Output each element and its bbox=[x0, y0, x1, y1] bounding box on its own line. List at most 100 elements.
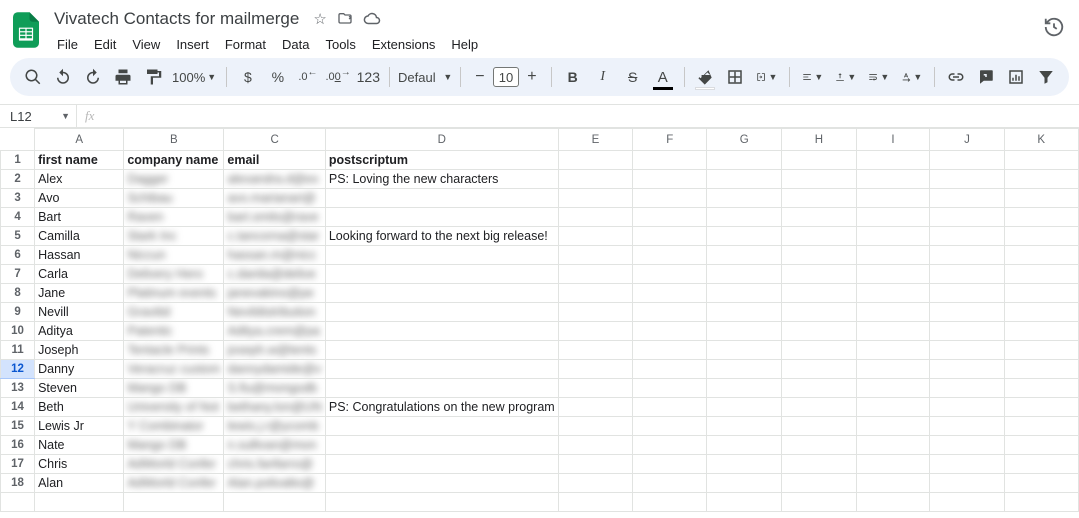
cell[interactable]: Alan.polivalto@ bbox=[224, 474, 325, 493]
cell[interactable] bbox=[856, 322, 930, 341]
font-size-decrease[interactable]: − bbox=[469, 66, 491, 88]
cell[interactable] bbox=[558, 398, 632, 417]
cell[interactable]: AdWorld Confer bbox=[124, 474, 224, 493]
row-header[interactable] bbox=[1, 493, 35, 512]
cell[interactable] bbox=[782, 208, 857, 227]
zoom-select[interactable]: 100%▼ bbox=[170, 70, 218, 85]
cell[interactable] bbox=[633, 265, 707, 284]
cell[interactable] bbox=[707, 474, 782, 493]
cell[interactable] bbox=[782, 341, 857, 360]
cell[interactable] bbox=[856, 455, 930, 474]
fill-color-button[interactable] bbox=[692, 64, 718, 90]
cell[interactable] bbox=[558, 493, 632, 512]
row-header[interactable]: 1 bbox=[1, 151, 35, 170]
cell[interactable]: Aditya.crem@pa bbox=[224, 322, 325, 341]
cell[interactable]: Looking forward to the next big release! bbox=[325, 227, 558, 246]
select-all-corner[interactable] bbox=[1, 129, 35, 151]
cell[interactable]: Mango DB bbox=[124, 436, 224, 455]
menu-edit[interactable]: Edit bbox=[87, 34, 123, 55]
column-header-I[interactable]: I bbox=[856, 129, 930, 151]
cell[interactable]: Mango DB bbox=[124, 379, 224, 398]
cell[interactable] bbox=[930, 189, 1004, 208]
cell[interactable] bbox=[1004, 227, 1079, 246]
menu-format[interactable]: Format bbox=[218, 34, 273, 55]
cell[interactable] bbox=[558, 284, 632, 303]
cell[interactable]: Tentacle Prints bbox=[124, 341, 224, 360]
cell[interactable] bbox=[1004, 417, 1079, 436]
cell[interactable] bbox=[707, 379, 782, 398]
cell[interactable]: PS: Congratulations on the new program bbox=[325, 398, 558, 417]
cell[interactable] bbox=[782, 265, 857, 284]
cell[interactable] bbox=[633, 455, 707, 474]
cell[interactable] bbox=[782, 227, 857, 246]
cell[interactable] bbox=[558, 265, 632, 284]
cell[interactable] bbox=[856, 265, 930, 284]
cell[interactable] bbox=[558, 208, 632, 227]
cell[interactable] bbox=[1004, 208, 1079, 227]
menu-view[interactable]: View bbox=[125, 34, 167, 55]
cell[interactable] bbox=[633, 398, 707, 417]
cell[interactable]: University of Not bbox=[124, 398, 224, 417]
cell[interactable]: Delivery Hero bbox=[124, 265, 224, 284]
row-header[interactable]: 16 bbox=[1, 436, 35, 455]
cell[interactable] bbox=[930, 246, 1004, 265]
more-formats[interactable]: 123 bbox=[355, 64, 381, 90]
cell[interactable]: Bart bbox=[35, 208, 124, 227]
cell[interactable] bbox=[558, 246, 632, 265]
cell[interactable] bbox=[633, 303, 707, 322]
print-icon[interactable] bbox=[110, 64, 136, 90]
cell[interactable] bbox=[1004, 455, 1079, 474]
move-icon[interactable] bbox=[337, 10, 353, 28]
column-header-E[interactable]: E bbox=[558, 129, 632, 151]
horizontal-align-button[interactable]: ▼ bbox=[798, 64, 827, 90]
cell[interactable] bbox=[782, 322, 857, 341]
cell[interactable]: Alex bbox=[35, 170, 124, 189]
column-header-C[interactable]: C bbox=[224, 129, 325, 151]
cell[interactable] bbox=[707, 493, 782, 512]
cell[interactable] bbox=[782, 360, 857, 379]
italic-button[interactable]: I bbox=[590, 64, 616, 90]
cell[interactable] bbox=[930, 341, 1004, 360]
cell[interactable] bbox=[856, 436, 930, 455]
cell[interactable] bbox=[856, 170, 930, 189]
cell[interactable] bbox=[707, 436, 782, 455]
format-percent[interactable]: % bbox=[265, 64, 291, 90]
row-header[interactable]: 11 bbox=[1, 341, 35, 360]
vertical-align-button[interactable]: ▼ bbox=[831, 64, 860, 90]
filter-button[interactable] bbox=[1033, 64, 1059, 90]
font-family-select[interactable]: Defaul… bbox=[398, 70, 437, 85]
insert-comment-button[interactable] bbox=[973, 64, 999, 90]
row-header[interactable]: 17 bbox=[1, 455, 35, 474]
version-history-icon[interactable] bbox=[1043, 16, 1065, 43]
cell[interactable] bbox=[1004, 151, 1079, 170]
cell[interactable] bbox=[782, 436, 857, 455]
column-header-H[interactable]: H bbox=[782, 129, 857, 151]
cell[interactable] bbox=[707, 208, 782, 227]
strikethrough-button[interactable]: S bbox=[620, 64, 646, 90]
cell[interactable] bbox=[856, 493, 930, 512]
cell[interactable] bbox=[633, 436, 707, 455]
cell[interactable]: email bbox=[224, 151, 325, 170]
cell[interactable]: Patentic bbox=[124, 322, 224, 341]
cell[interactable] bbox=[782, 151, 857, 170]
cell[interactable] bbox=[124, 493, 224, 512]
cell[interactable]: PS: Loving the new characters bbox=[325, 170, 558, 189]
cell[interactable]: Alan bbox=[35, 474, 124, 493]
cell[interactable] bbox=[633, 284, 707, 303]
cell[interactable] bbox=[558, 303, 632, 322]
cell[interactable] bbox=[558, 170, 632, 189]
cell[interactable] bbox=[558, 455, 632, 474]
cell[interactable]: Nevildistribution bbox=[224, 303, 325, 322]
name-box[interactable]: L12 ▼ bbox=[4, 109, 76, 124]
paint-format-icon[interactable] bbox=[140, 64, 166, 90]
cell[interactable] bbox=[558, 474, 632, 493]
cell[interactable] bbox=[707, 360, 782, 379]
cell[interactable] bbox=[782, 379, 857, 398]
cell[interactable] bbox=[930, 379, 1004, 398]
cell[interactable] bbox=[558, 151, 632, 170]
text-rotation-button[interactable]: ▼ bbox=[897, 64, 926, 90]
cell[interactable] bbox=[325, 417, 558, 436]
cell[interactable]: first name bbox=[35, 151, 124, 170]
cell[interactable] bbox=[1004, 303, 1079, 322]
cell[interactable]: AdWorld Confer bbox=[124, 455, 224, 474]
